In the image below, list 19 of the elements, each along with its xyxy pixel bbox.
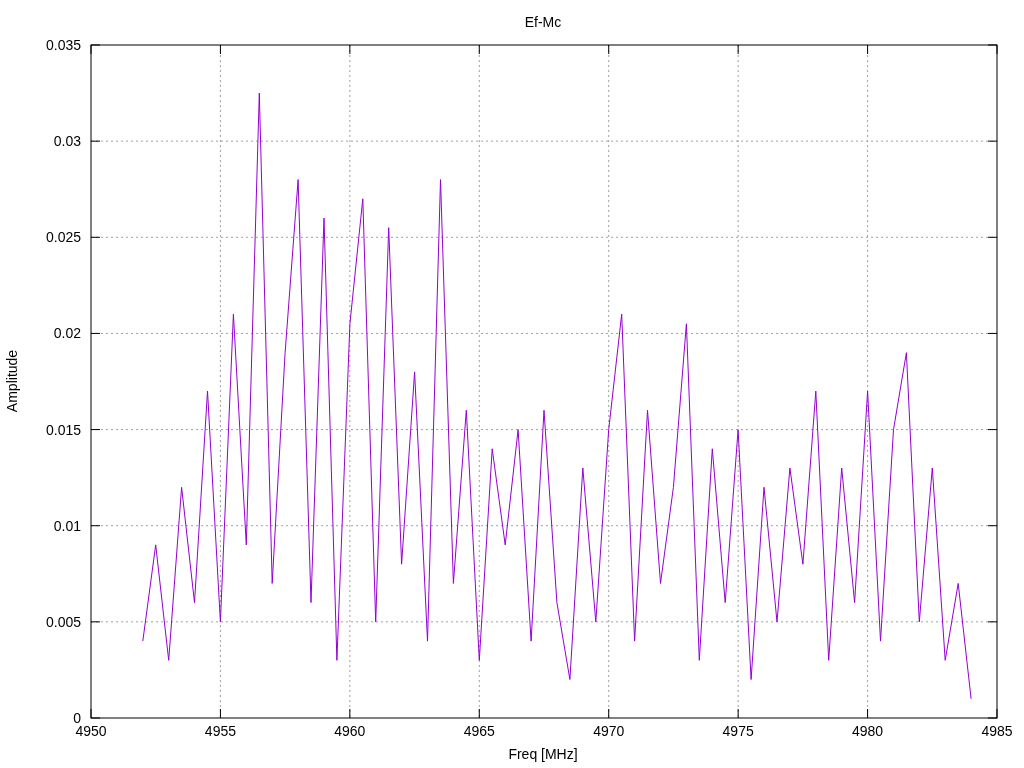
chart-title: Ef-Mc	[524, 14, 562, 30]
axis-tick-label: 0.015	[45, 421, 81, 438]
axis-title: Freq [MHz]	[508, 746, 578, 762]
axis-tick-label: 0.025	[45, 229, 81, 246]
axis-tick-label: 0.005	[45, 613, 81, 630]
axis-tick-label: 4950	[75, 723, 107, 739]
axis-tick-label: 4955	[204, 723, 236, 739]
axis-tick-label: 4985	[981, 723, 1013, 739]
axis-tick-label: 4975	[722, 723, 754, 739]
axis-tick-label: 4965	[463, 723, 495, 739]
axis-tick-label: 0.02	[53, 325, 81, 342]
axis-tick-label: 0	[73, 710, 81, 726]
axis-tick-label: 4970	[593, 723, 625, 739]
axis-tick-label: 0.03	[53, 133, 81, 150]
axis-title: Amplitude	[4, 349, 20, 413]
axis-tick-label: 4980	[852, 723, 884, 739]
axis-tick-label: 0.01	[53, 517, 81, 534]
axis-tick-label: 4960	[334, 723, 366, 739]
axis-tick-label: 0.035	[45, 37, 81, 53]
